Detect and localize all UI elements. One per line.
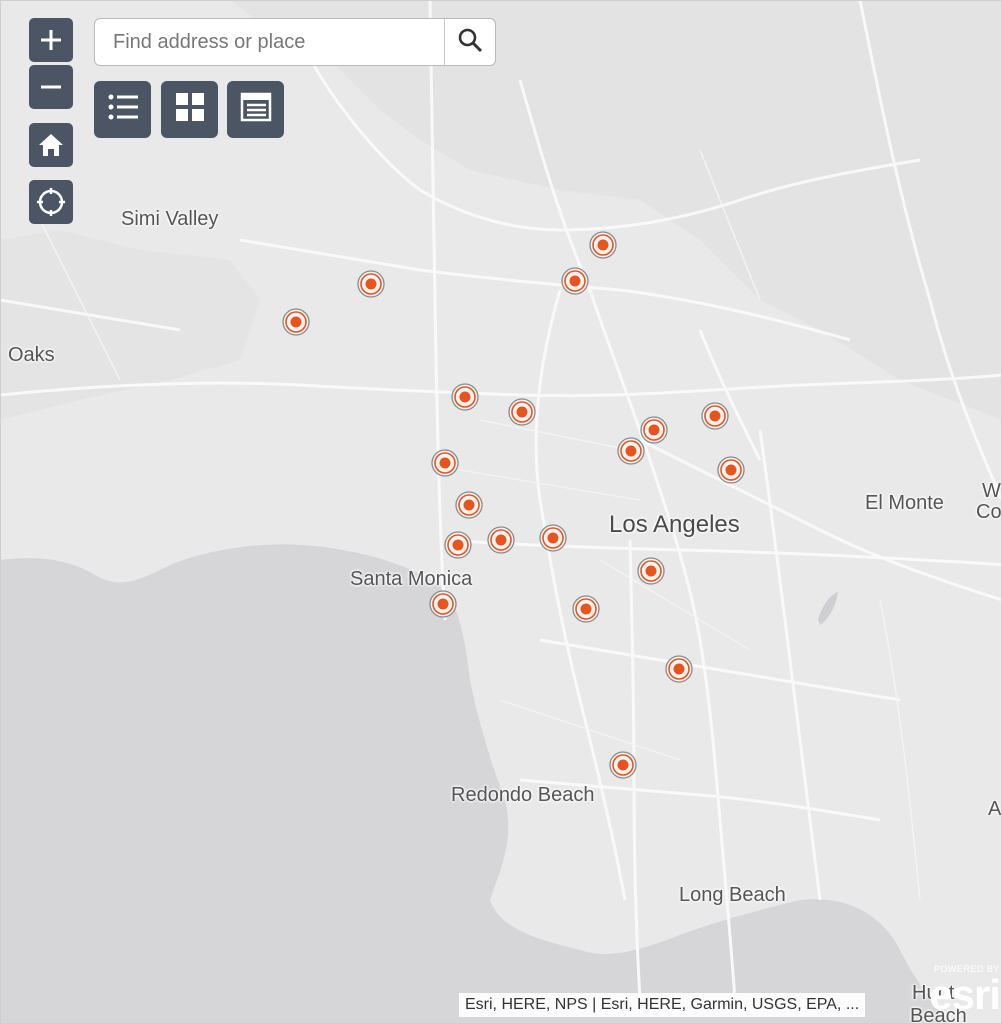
minus-icon [39,75,63,99]
location-marker[interactable] [538,523,568,553]
home-icon [37,131,65,159]
basemap-gallery-button[interactable] [161,81,218,138]
location-marker[interactable] [428,589,458,619]
place-label-santa-monica: Santa Monica [350,568,473,590]
location-marker[interactable] [571,594,601,624]
location-marker[interactable] [443,530,473,560]
search-input[interactable] [95,19,444,65]
zoom-in-button[interactable] [29,18,73,62]
place-label-redondo-beach: Redondo Beach [451,784,595,806]
location-marker[interactable] [700,401,730,431]
location-marker[interactable] [608,750,638,780]
home-button[interactable] [29,123,73,167]
map-view[interactable]: Simi Valley Oaks Los Angeles El Monte W … [0,0,1002,1024]
legend-button[interactable] [94,81,151,138]
place-label-co: Co [976,501,1002,523]
location-marker[interactable] [616,436,646,466]
place-label-los-angeles: Los Angeles [609,511,740,538]
attribute-table-button[interactable] [227,81,284,138]
basemap-gallery-icon [174,91,206,128]
esri-logo: POWERED BY esri [929,964,1001,1018]
legend-list-icon [106,90,140,129]
location-marker[interactable] [454,490,484,520]
attribute-table-icon [240,91,272,128]
locate-button[interactable] [29,180,73,224]
location-marker[interactable] [450,382,480,412]
place-label-w: W [982,480,1001,502]
location-marker[interactable] [560,266,590,296]
location-marker[interactable] [636,556,666,586]
location-marker[interactable] [588,230,618,260]
zoom-out-button[interactable] [29,65,73,109]
locate-icon [36,187,66,217]
place-label-long-beach: Long Beach [679,884,786,906]
map-attribution: Esri, HERE, NPS | Esri, HERE, Garmin, US… [459,993,866,1017]
search-box [94,18,496,66]
location-marker[interactable] [486,525,516,555]
location-marker[interactable] [507,397,537,427]
location-marker[interactable] [430,448,460,478]
plus-icon [39,28,63,52]
place-label-a: A [988,798,1002,820]
place-label-el-monte: El Monte [865,492,944,514]
place-label-simi-valley: Simi Valley [121,208,219,230]
location-marker[interactable] [716,455,746,485]
search-icon [457,27,483,58]
search-button[interactable] [444,19,495,65]
location-marker[interactable] [356,269,386,299]
place-label-oaks: Oaks [8,344,55,366]
location-marker[interactable] [664,654,694,684]
basemap [0,0,1002,1024]
location-marker[interactable] [281,307,311,337]
